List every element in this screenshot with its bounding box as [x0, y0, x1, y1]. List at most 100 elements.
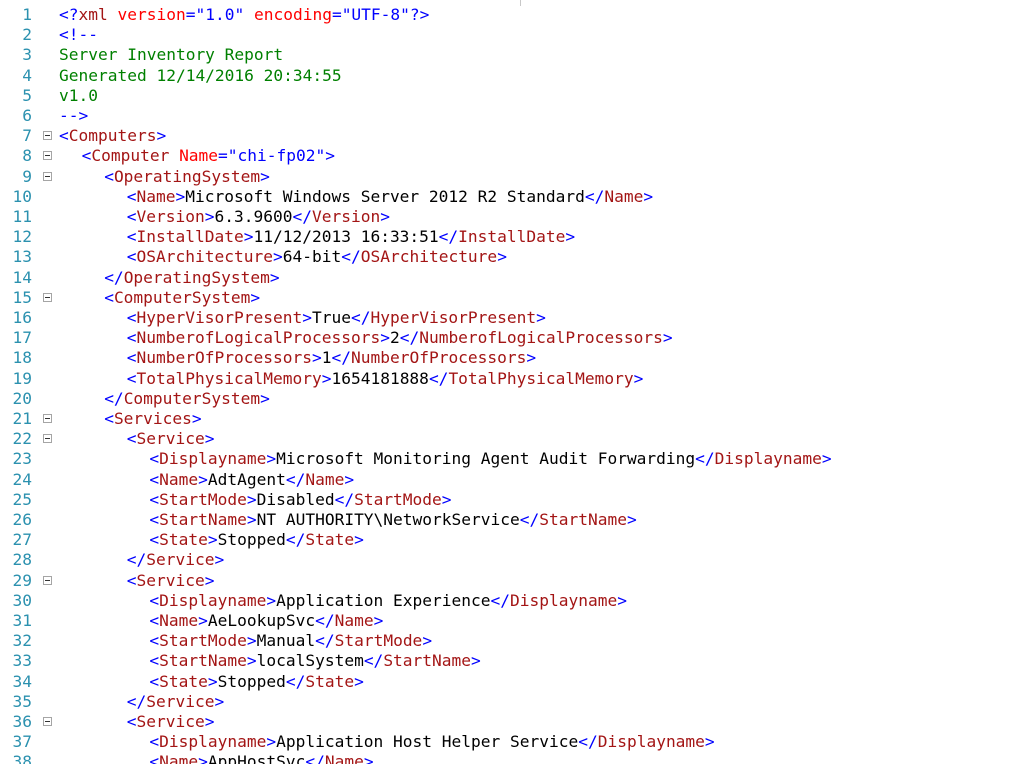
- code-line[interactable]: 35 </Service>: [0, 692, 1024, 712]
- code-line[interactable]: 34 <State>Stopped</State>: [0, 672, 1024, 692]
- collapse-icon[interactable]: [43, 171, 52, 181]
- collapse-icon[interactable]: [43, 292, 52, 302]
- code-text: <?xml version="1.0" encoding="UTF-8"?>: [59, 5, 429, 25]
- collapse-icon[interactable]: [43, 575, 52, 585]
- token-text: Manual: [256, 631, 316, 651]
- code-line[interactable]: 7 <Computers>: [0, 126, 1024, 146]
- code-text: </Service>: [127, 550, 224, 570]
- code-line[interactable]: 23 <Displayname>Microsoft Monitoring Agen…: [0, 449, 1024, 469]
- collapse-icon[interactable]: [43, 151, 52, 161]
- code-line[interactable]: 2 <!--: [0, 25, 1024, 45]
- code-line[interactable]: 30 <Displayname>Application Experience</D…: [0, 591, 1024, 611]
- collapse-icon[interactable]: [43, 717, 52, 726]
- code-line[interactable]: 10 <Name>Microsoft Windows Server 2012 R2…: [0, 187, 1024, 207]
- collapse-icon[interactable]: [43, 434, 52, 444]
- code-line[interactable]: 36 <Service>: [0, 712, 1024, 732]
- code-line[interactable]: 5 v1.0: [0, 86, 1024, 106]
- token-bracket: <: [126, 207, 137, 226]
- code-line[interactable]: 19 <TotalPhysicalMemory>1654181888</Total…: [0, 369, 1024, 389]
- token-text: Disabled: [256, 489, 335, 509]
- xml-editor[interactable]: 1 <?xml version="1.0" encoding="UTF-8"?> 2…: [0, 0, 1024, 764]
- line-number: 14: [12, 267, 33, 287]
- code-line[interactable]: 27 <State>Stopped</State>: [0, 530, 1024, 550]
- token-bracket: <: [126, 328, 137, 348]
- token-bracket: <: [126, 429, 137, 449]
- code-line[interactable]: 33 <StartName>localSystem</StartName>: [0, 651, 1024, 671]
- code-line[interactable]: 24 <Name>AdtAgent</Name>: [0, 470, 1024, 490]
- token-tag: Name: [159, 752, 199, 764]
- line-number: 16: [12, 308, 33, 327]
- token-punct: <?: [59, 5, 79, 24]
- token-bracket: >: [260, 388, 270, 408]
- token-bracket: >: [204, 570, 215, 590]
- line-number: 37: [12, 732, 33, 752]
- code-line[interactable]: 1 <?xml version="1.0" encoding="UTF-8"?>: [0, 5, 1024, 25]
- code-line[interactable]: 8 <Computer Name="chi-fp02">: [0, 146, 1024, 166]
- code-line[interactable]: 16 <HyperVisorPresent>True</HyperVisorPre…: [0, 308, 1024, 328]
- code-line[interactable]: 12 <InstallDate>11/12/2013 16:33:51</Inst…: [0, 227, 1024, 247]
- code-text: <StartMode>Manual</StartMode>: [149, 631, 432, 651]
- token-bracket: >: [344, 469, 355, 489]
- code-text: v1.0: [59, 86, 98, 106]
- code-text: </ComputerSystem>: [104, 389, 270, 409]
- code-text: <Version>6.3.9600</Version>: [127, 207, 390, 227]
- token-bracket: >: [354, 530, 364, 550]
- code-line[interactable]: 11 <Version>6.3.9600</Version>: [0, 207, 1024, 227]
- token-bracket: >: [536, 308, 546, 327]
- code-line[interactable]: 13 <OSArchitecture>64-bit</OSArchitecture…: [0, 247, 1024, 267]
- line-number: 30: [12, 590, 33, 610]
- token-text: Microsoft Monitoring Agent Audit Forward…: [276, 449, 696, 469]
- token-bracket: </: [305, 752, 325, 764]
- token-tag: Service: [136, 429, 205, 449]
- code-line[interactable]: 31 <Name>AeLookupSvc</Name>: [0, 611, 1024, 631]
- code-line[interactable]: 3 Server Inventory Report: [0, 45, 1024, 65]
- token-bracket: </: [363, 651, 384, 671]
- code-line[interactable]: 4 Generated 12/14/2016 20:34:55: [0, 66, 1024, 86]
- token-tag: OSArchitecture: [136, 247, 273, 267]
- token-bracket: >: [321, 368, 332, 388]
- token-tag: State: [305, 530, 355, 550]
- token-bracket: >: [643, 186, 654, 206]
- code-line[interactable]: 6 -->: [0, 106, 1024, 126]
- code-line[interactable]: 14 </OperatingSystem>: [0, 268, 1024, 288]
- code-line[interactable]: 32 <StartMode>Manual</StartMode>: [0, 631, 1024, 651]
- token-bracket: >: [354, 671, 364, 691]
- token-tag: State: [305, 671, 355, 691]
- token-bracket: >: [633, 368, 644, 388]
- token-bracket: <: [149, 510, 160, 529]
- code-line[interactable]: 20 </ComputerSystem>: [0, 389, 1024, 409]
- code-line[interactable]: 22 <Service>: [0, 429, 1024, 449]
- code-line[interactable]: 26 <StartName>NT AUTHORITY\NetworkService…: [0, 510, 1024, 530]
- token-tag: Displayname: [159, 590, 267, 610]
- token-tag: Displayname: [597, 732, 705, 752]
- token-bracket: </: [578, 732, 598, 752]
- token-attr: version: [117, 5, 186, 24]
- code-line[interactable]: 18 <NumberOfProcessors>1</NumberOfProcess…: [0, 348, 1024, 368]
- code-line[interactable]: 17 <NumberofLogicalProcessors>2</Numberof…: [0, 328, 1024, 348]
- token-text: localSystem: [256, 651, 364, 671]
- token-tag: Name: [324, 752, 364, 764]
- token-bracket: </: [584, 186, 605, 206]
- code-line[interactable]: 21 <Services>: [0, 409, 1024, 429]
- code-text: <StartName>localSystem</StartName>: [149, 651, 480, 671]
- code-text: <Computer Name="chi-fp02">: [82, 146, 335, 166]
- code-line[interactable]: 25 <StartMode>Disabled</StartMode>: [0, 490, 1024, 510]
- line-number: 24: [12, 469, 33, 489]
- token-bracket: >: [246, 631, 257, 651]
- code-line[interactable]: 38 <Name>AppHostSvc</Name>: [0, 752, 1024, 764]
- collapse-icon[interactable]: [43, 131, 52, 141]
- code-text: <Services>: [104, 409, 201, 429]
- code-line[interactable]: 28 </Service>: [0, 550, 1024, 570]
- line-number: 25: [12, 489, 33, 509]
- code-line[interactable]: 15 <ComputerSystem>: [0, 288, 1024, 308]
- code-text: <HyperVisorPresent>True</HyperVisorPrese…: [127, 308, 546, 328]
- code-line[interactable]: 9 <OperatingSystem>: [0, 167, 1024, 187]
- line-number: 17: [12, 328, 33, 348]
- code-line[interactable]: 37 <Displayname>Application Host Helper S…: [0, 732, 1024, 752]
- collapse-icon[interactable]: [43, 414, 52, 423]
- line-number: 38: [12, 752, 33, 764]
- code-text: <TotalPhysicalMemory>1654181888</TotalPh…: [127, 369, 644, 389]
- code-line[interactable]: 29 <Service>: [0, 571, 1024, 591]
